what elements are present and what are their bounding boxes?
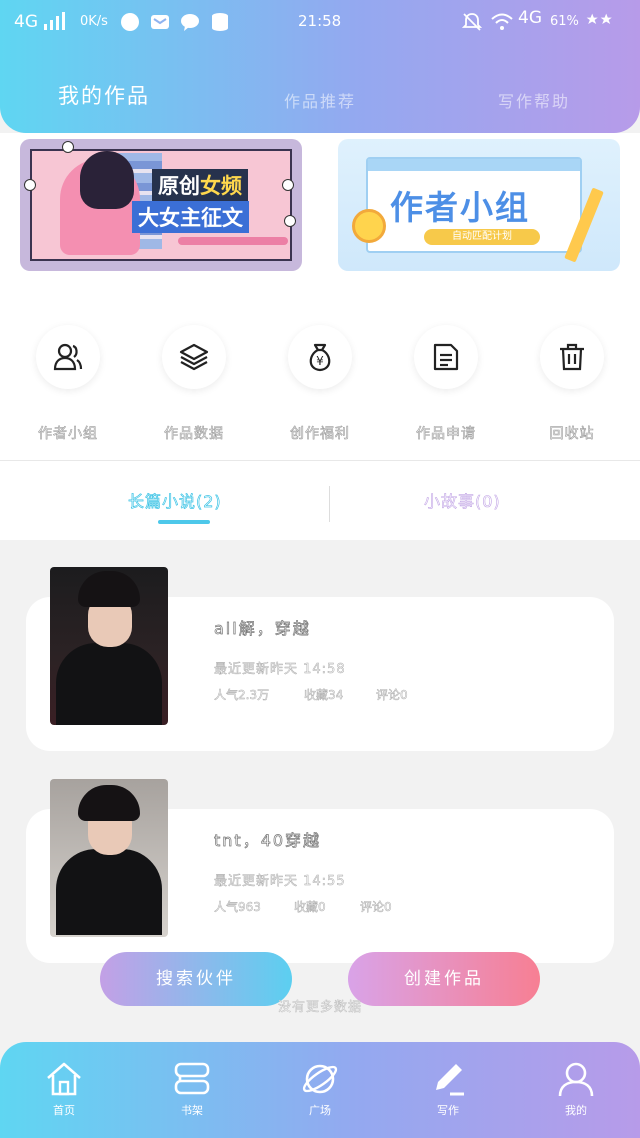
- resize-handle: [24, 179, 36, 191]
- tab-novels[interactable]: 长篇小说(2): [128, 488, 222, 512]
- window-titlebar: [368, 159, 580, 171]
- work-favorites: 收藏0: [294, 900, 326, 915]
- bottom-nav: 首页 书架 广场 写作 我的: [0, 1042, 640, 1138]
- resize-handle: [282, 179, 294, 191]
- nav-bookshelf-label: 书架: [181, 1104, 203, 1117]
- network-label: 4G: [14, 12, 38, 32]
- nav-home[interactable]: 首页: [24, 1060, 104, 1118]
- nav-write[interactable]: 写作: [408, 1060, 488, 1118]
- pink-bar-decoration: [178, 237, 288, 245]
- tab-writing-help[interactable]: 写作帮助: [498, 88, 570, 112]
- work-cover-image[interactable]: [50, 567, 168, 725]
- battery-label: 61%: [550, 14, 579, 29]
- document-icon: [433, 343, 459, 371]
- tab-recommend[interactable]: 作品推荐: [284, 88, 356, 112]
- chat-icon: [180, 12, 200, 36]
- banner-author-group-title: 作者小组: [390, 188, 530, 227]
- nav-plaza-label: 广场: [309, 1104, 331, 1117]
- nav-bookshelf[interactable]: 书架: [152, 1060, 232, 1118]
- clock-time: 21:58: [298, 12, 342, 30]
- banner-contest-frame: 原创女频 大女主征文: [30, 149, 292, 261]
- header: 4G 0K/s 21:58 4G 61% 我的作品 作品推荐 写作帮助: [0, 0, 640, 133]
- no-more-data-text: 没有更多数据: [277, 1000, 362, 1016]
- author-group-button[interactable]: [36, 325, 100, 389]
- battery-icon: [586, 12, 614, 32]
- work-apply-button[interactable]: [414, 325, 478, 389]
- nav-plaza[interactable]: 广场: [280, 1060, 360, 1118]
- figure-hair: [78, 785, 140, 821]
- bookshelf-icon: [174, 1062, 210, 1095]
- work-updated: 最近更新昨天 14:58: [214, 662, 346, 678]
- work-popularity: 人气963: [214, 900, 261, 915]
- work-updated: 最近更新昨天 14:55: [214, 874, 346, 890]
- status-bar: 4G 0K/s 21:58 4G 61%: [0, 0, 640, 44]
- mute-icon: [461, 12, 483, 36]
- figure-hair: [78, 571, 140, 607]
- figure-body: [56, 849, 162, 935]
- tab-my-works[interactable]: 我的作品: [58, 80, 150, 110]
- banner-author-group-pill: 自动匹配计划: [424, 229, 540, 245]
- tab-separator: [329, 486, 330, 522]
- resize-handle: [284, 215, 296, 227]
- network-right-label: 4G: [518, 8, 542, 28]
- nav-home-label: 首页: [53, 1104, 75, 1117]
- money-bag-icon: ¥: [309, 343, 331, 372]
- work-data-button[interactable]: [162, 325, 226, 389]
- signal-icon: [44, 12, 66, 34]
- banner-author-group[interactable]: 作者小组 自动匹配计划: [338, 139, 620, 271]
- wifi-icon: [490, 12, 514, 36]
- tab-short-stories[interactable]: 小故事(0): [424, 488, 501, 512]
- work-cover-image[interactable]: [50, 779, 168, 937]
- nav-mine[interactable]: 我的: [536, 1060, 616, 1118]
- nav-write-label: 写作: [437, 1104, 459, 1117]
- work-title[interactable]: all解，穿越: [214, 615, 311, 639]
- girl-hair-illustration: [80, 151, 134, 209]
- subtab-bar: [0, 461, 640, 540]
- banner-contest-line2: 大女主征文: [132, 201, 249, 233]
- active-tab-indicator: [158, 520, 210, 524]
- alarm-clock-icon: [352, 209, 386, 243]
- recycle-bin-label: 回收站: [549, 426, 595, 443]
- mail-icon: [150, 12, 170, 36]
- storage-icon: [210, 12, 230, 36]
- work-apply-label: 作品申请: [416, 426, 476, 443]
- trash-icon: [560, 343, 584, 371]
- work-data-label: 作品数据: [164, 426, 224, 443]
- work-favorites: 收藏34: [304, 688, 344, 703]
- top-tabs: 我的作品 作品推荐 写作帮助: [0, 70, 640, 120]
- speed-label: 0K/s: [80, 14, 108, 29]
- banner-contest-line1: 原创女频: [152, 169, 248, 201]
- banner-window: 作者小组 自动匹配计划: [366, 157, 582, 253]
- creation-welfare-label: 创作福利: [290, 426, 350, 443]
- figure-body: [56, 643, 162, 725]
- creation-welfare-button[interactable]: ¥: [288, 325, 352, 389]
- work-comments: 评论0: [376, 688, 408, 703]
- work-popularity: 人气2.3万: [214, 688, 270, 703]
- app-notify-icon: [120, 12, 140, 36]
- banner-contest[interactable]: 原创女频 大女主征文: [20, 139, 302, 271]
- work-comments: 评论0: [360, 900, 392, 915]
- layers-icon: [179, 343, 209, 371]
- work-title[interactable]: tnt，40穿越: [214, 827, 321, 851]
- resize-handle: [62, 141, 74, 153]
- svg-text:¥: ¥: [316, 354, 324, 368]
- planet-icon: [302, 1064, 338, 1094]
- recycle-bin-button[interactable]: [540, 325, 604, 389]
- author-group-label: 作者小组: [38, 426, 98, 443]
- pen-icon: [436, 1064, 464, 1096]
- nav-mine-label: 我的: [565, 1104, 587, 1117]
- users-icon: [53, 343, 83, 371]
- home-icon: [47, 1062, 81, 1096]
- user-icon: [558, 1062, 594, 1097]
